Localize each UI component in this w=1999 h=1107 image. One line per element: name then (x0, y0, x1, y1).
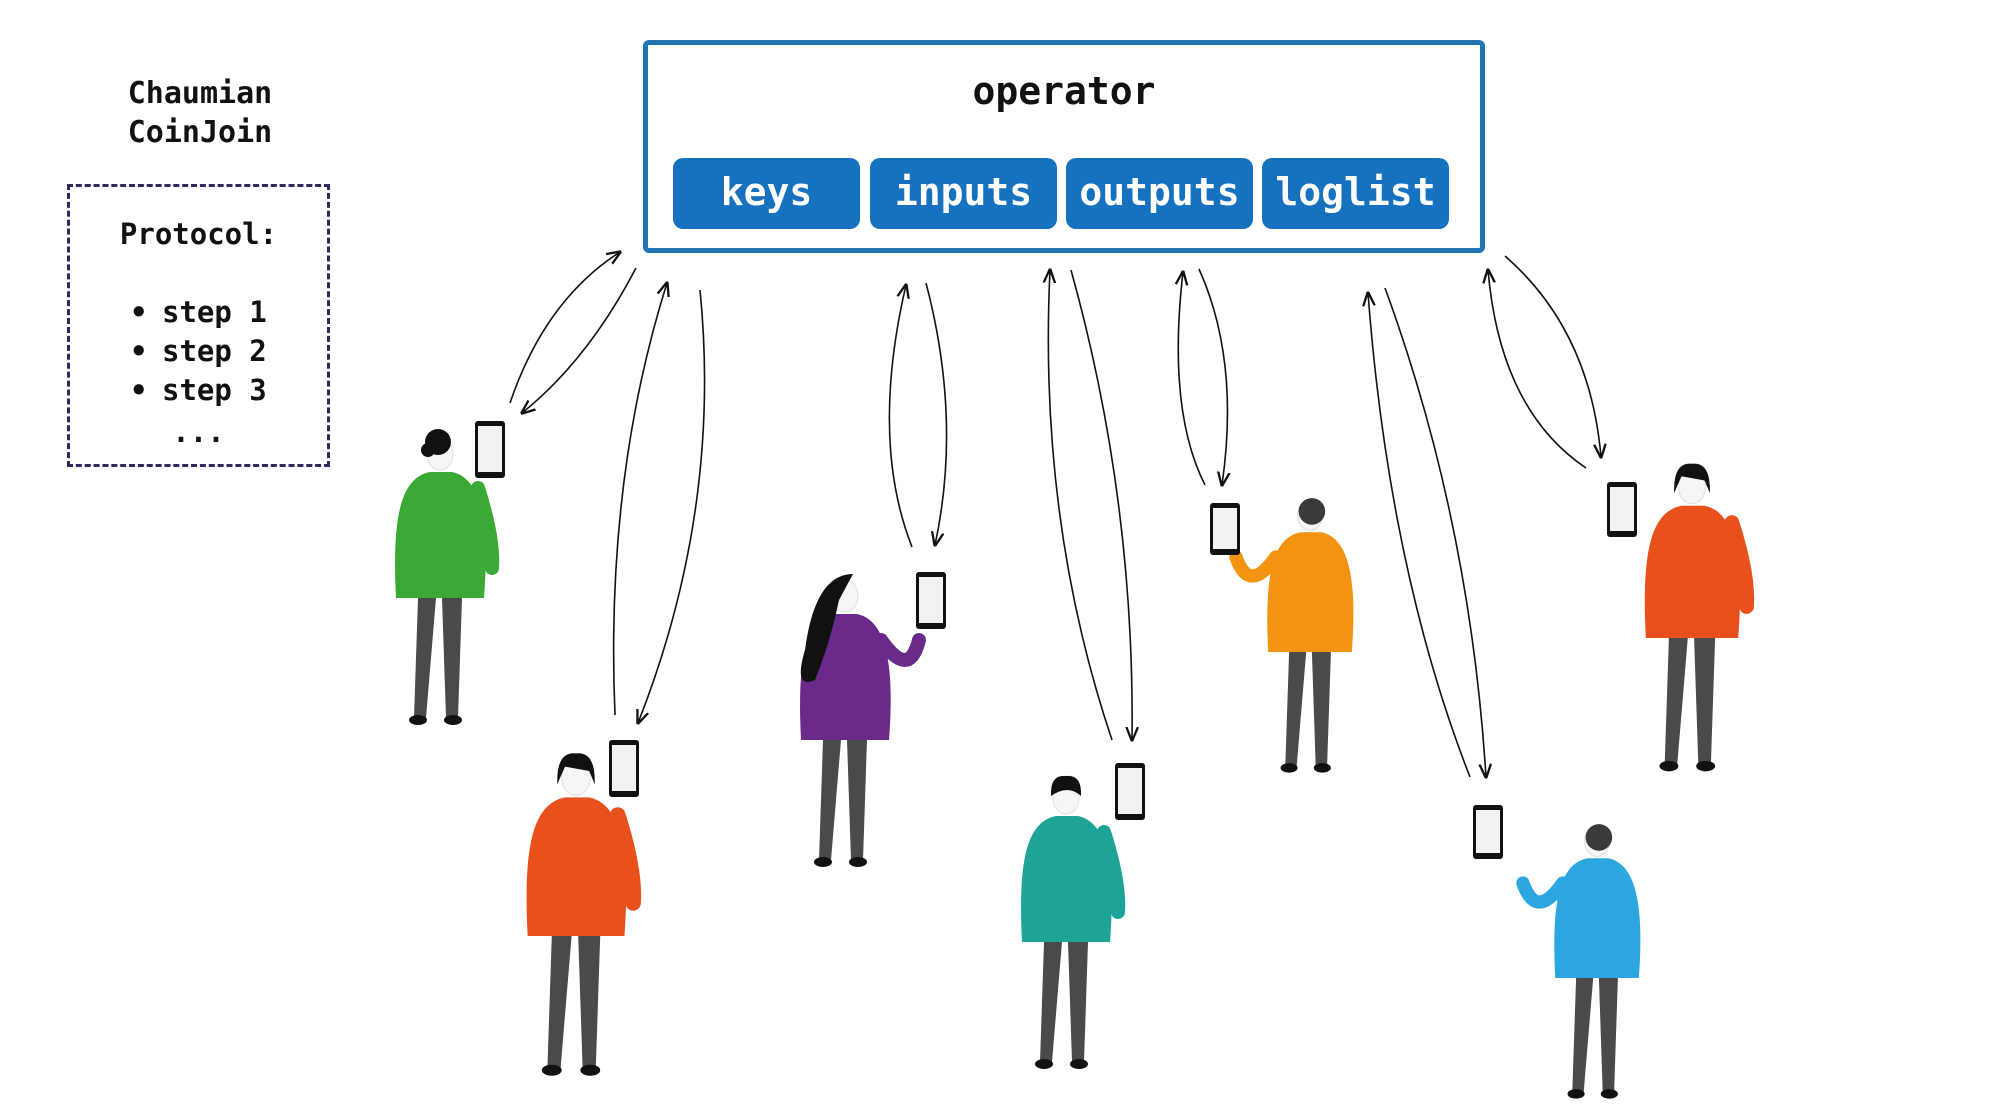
participant-figure (1516, 824, 1641, 1099)
phone-icon (1210, 503, 1240, 555)
message-arrow (1178, 272, 1206, 486)
participant-figure (526, 753, 642, 1076)
phone-icon (609, 740, 639, 797)
message-arrow (638, 289, 706, 723)
message-arrows (509, 252, 1601, 777)
message-arrow (612, 283, 667, 716)
participants (395, 421, 1755, 1099)
participant-figure (800, 574, 926, 867)
message-arrow (522, 267, 637, 413)
participant-figure (1644, 463, 1755, 772)
phone-icon (475, 421, 505, 478)
message-arrow (1070, 269, 1132, 740)
message-arrow (1504, 255, 1601, 457)
message-arrow (509, 252, 620, 404)
message-arrow (1198, 268, 1227, 485)
phone-icon (1115, 763, 1145, 820)
phone-icon (1607, 482, 1637, 537)
message-arrow (888, 285, 913, 548)
phone-icon (1473, 805, 1503, 859)
message-arrow (925, 282, 948, 545)
message-arrow (1048, 270, 1113, 741)
participant-figure (1229, 498, 1354, 773)
message-arrow (1488, 270, 1587, 469)
participant-figure (1021, 775, 1126, 1069)
participants-scene (395, 0, 1755, 1099)
phone-icon (916, 572, 946, 629)
